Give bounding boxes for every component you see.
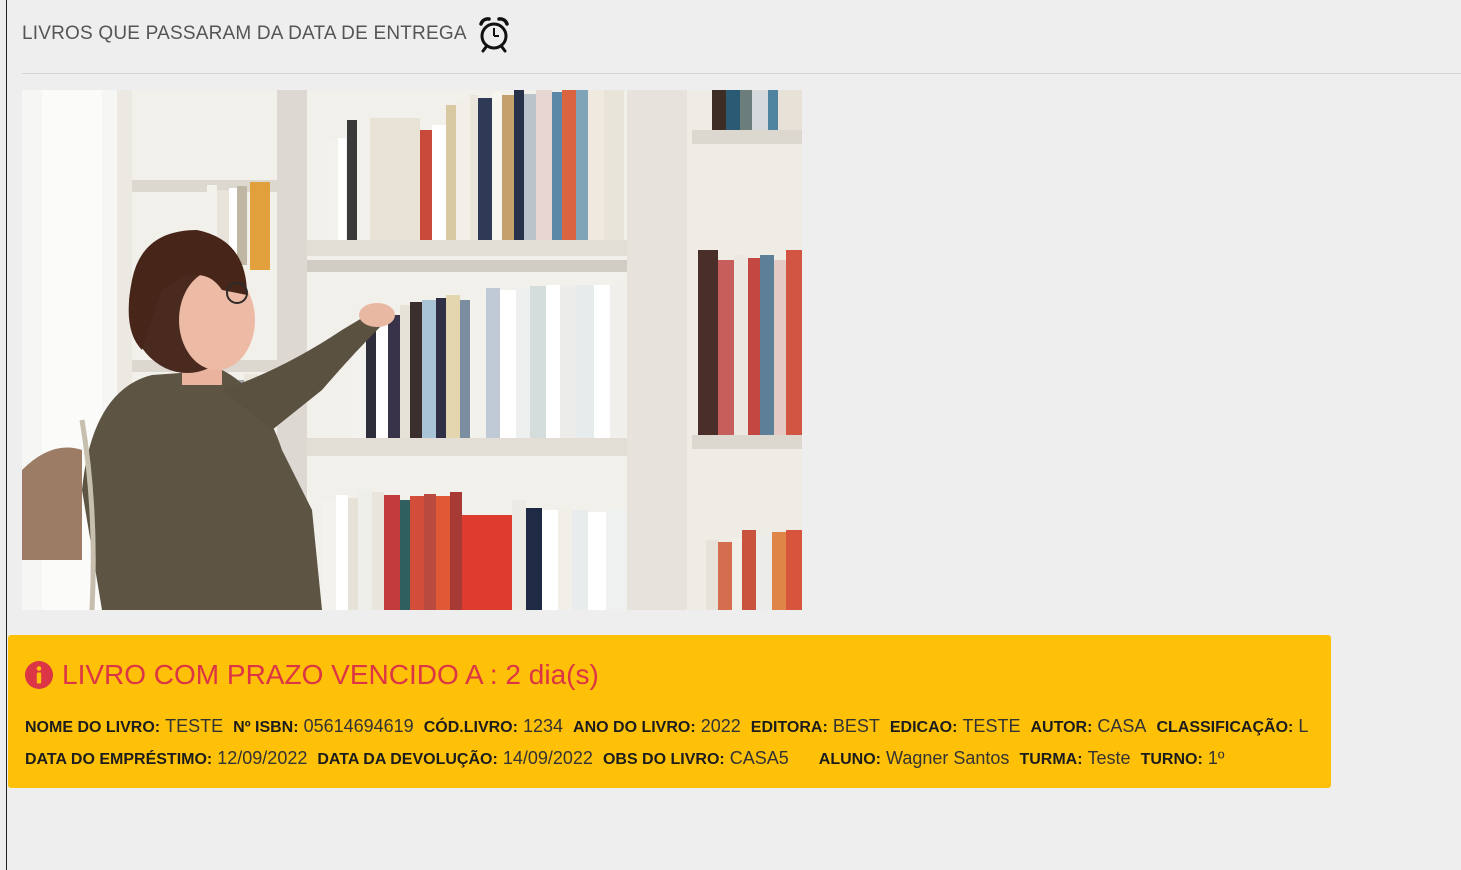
field-label-obs-livro: OBS DO LIVRO: [602, 751, 725, 768]
field-value-nome-livro: TESTE [165, 716, 224, 736]
field-label-editora: EDITORA: [750, 719, 828, 736]
field-label-data-devolucao: DATA DA DEVOLUÇÃO: [317, 751, 498, 768]
alert-title: LIVRO COM PRAZO VENCIDO A : 2 dia(s) [25, 657, 1315, 693]
field-value-aluno: Wagner Santos [886, 748, 1010, 768]
field-label-cod-livro: CÓD.LIVRO: [423, 719, 518, 736]
field-value-isbn: 05614694619 [303, 716, 414, 736]
info-circle-icon [25, 661, 53, 689]
field-label-isbn: Nº ISBN: [233, 719, 299, 736]
alarm-clock-icon [478, 16, 509, 52]
book-details: NOME DO LIVRO: TESTE Nº ISBN: 0561469461… [25, 711, 1315, 775]
field-label-turma: TURMA: [1019, 751, 1083, 768]
field-value-data-devolucao: 14/09/2022 [502, 748, 593, 768]
library-photo-illustration [22, 90, 802, 610]
library-photo [22, 90, 802, 610]
field-value-data-emprestimo: 12/09/2022 [217, 748, 308, 768]
field-label-aluno: ALUNO: [818, 751, 881, 768]
field-label-edicao: EDICAO: [889, 719, 958, 736]
field-value-edicao: TESTE [962, 716, 1021, 736]
field-value-autor: CASA [1097, 716, 1147, 736]
field-label-classificacao: CLASSIFICAÇÃO: [1156, 719, 1294, 736]
field-label-turno: TURNO: [1140, 751, 1203, 768]
field-value-cod-livro: 1234 [522, 716, 563, 736]
field-label-autor: AUTOR: [1030, 719, 1093, 736]
field-value-obs-livro: CASA5 [729, 748, 789, 768]
left-border [6, 0, 7, 870]
field-value-turma: Teste [1087, 748, 1131, 768]
field-value-editora: BEST [832, 716, 880, 736]
field-label-ano-livro: ANO DO LIVRO: [573, 719, 696, 736]
overdue-alert: LIVRO COM PRAZO VENCIDO A : 2 dia(s) NOM… [8, 635, 1331, 788]
field-label-nome-livro: NOME DO LIVRO: [25, 719, 161, 736]
page-header: LIVROS QUE PASSARAM DA DATA DE ENTREGA [22, 16, 1461, 74]
field-value-ano-livro: 2022 [700, 716, 741, 736]
field-value-classificacao: L [1298, 716, 1309, 736]
alert-title-text: LIVRO COM PRAZO VENCIDO A : 2 dia(s) [62, 659, 599, 690]
field-value-turno: 1º [1207, 748, 1225, 768]
field-label-data-emprestimo: DATA DO EMPRÉSTIMO: [25, 751, 213, 768]
page-title: LIVROS QUE PASSARAM DA DATA DE ENTREGA [22, 22, 467, 44]
